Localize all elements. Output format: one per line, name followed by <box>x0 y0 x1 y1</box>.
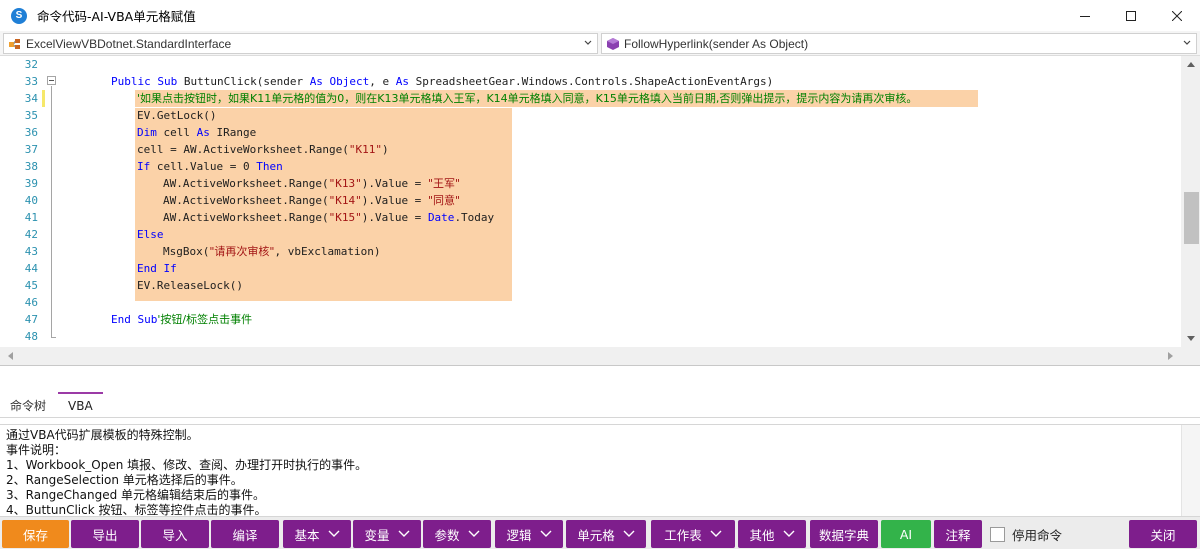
chevron-down-icon <box>584 40 592 45</box>
description-line: 1、Workbook_Open 填报、修改、查阅、办理打开时执行的事件。 <box>6 458 368 472</box>
line-number: 45 <box>24 279 38 292</box>
code-line-39: AW.ActiveWorksheet.Range("K13").Value = … <box>163 177 461 190</box>
other-menu-button[interactable]: 其他 <box>738 520 806 548</box>
chevron-down-icon <box>1183 40 1191 45</box>
line-number: 38 <box>24 160 38 173</box>
app-logo-icon: S <box>11 7 27 24</box>
basic-menu-button[interactable]: 基本 <box>283 520 351 548</box>
code-line-44: End If <box>137 262 177 275</box>
description-line: 3、RangeChanged 单元格编辑结束后的事件。 <box>6 488 266 502</box>
description-line: 通过VBA代码扩展模板的特殊控制。 <box>6 428 199 442</box>
line-number: 40 <box>24 194 38 207</box>
line-number: 37 <box>24 143 38 156</box>
close-icon <box>1172 10 1182 21</box>
ai-button[interactable]: AI <box>881 520 931 548</box>
line-number-gutter: 32 33 34 35 36 37 38 39 40 41 42 43 44 45 46 47 48 <box>0 56 46 347</box>
line-number: 42 <box>24 228 38 241</box>
scroll-thumb[interactable] <box>1184 192 1199 244</box>
class-combo[interactable]: ExcelViewVBDotnet.StandardInterface <box>3 33 598 54</box>
window-title: 命令代码-AI-VBA单元格赋值 <box>37 9 196 24</box>
description-panel: 通过VBA代码扩展模板的特殊控制。 事件说明： 1、Workbook_Open … <box>0 424 1200 516</box>
disable-command-toggle[interactable]: 停用命令 <box>990 525 1062 544</box>
line-number: 33 <box>24 75 38 88</box>
scroll-down-icon[interactable] <box>1183 331 1199 347</box>
class-icon <box>8 37 22 51</box>
line-number: 41 <box>24 211 38 224</box>
chevron-down-icon <box>328 530 339 537</box>
disable-command-label: 停用命令 <box>1012 528 1063 543</box>
collapse-toggle-icon[interactable] <box>47 76 56 85</box>
navigation-bar: ExcelViewVBDotnet.StandardInterface Foll… <box>0 31 1200 56</box>
chevron-down-icon <box>398 530 409 537</box>
line-number: 43 <box>24 245 38 258</box>
code-line-41: AW.ActiveWorksheet.Range("K15").Value = … <box>163 211 495 224</box>
code-line-33: Public Sub ButtunClick(sender As Object,… <box>111 75 774 88</box>
chevron-down-icon <box>623 530 635 537</box>
description-scrollbar[interactable] <box>1181 425 1200 516</box>
cell-menu-button[interactable]: 单元格 <box>566 520 646 548</box>
line-number: 32 <box>24 58 38 71</box>
change-marker <box>42 90 45 107</box>
chevron-down-icon <box>540 530 551 537</box>
data-dictionary-button[interactable]: 数据字典 <box>810 520 878 548</box>
code-line-43: MsgBox("请再次审核", vbExclamation) <box>163 245 381 258</box>
scroll-up-icon[interactable] <box>1183 56 1199 72</box>
import-button[interactable]: 导入 <box>141 520 209 548</box>
variable-menu-button[interactable]: 变量 <box>353 520 421 548</box>
title-bar: S 命令代码-AI-VBA单元格赋值 <box>0 0 1200 31</box>
line-number: 47 <box>24 313 38 326</box>
code-line-34: '如果点击按钮时，如果K11单元格的值为0，则在K13单元格填入王军，K14单元… <box>137 92 918 105</box>
bottom-tab-bar: 命令树 VBA <box>0 392 1200 418</box>
code-line-38: If cell.Value = 0 Then <box>137 160 283 173</box>
method-combo-value: FollowHyperlink(sender As Object) <box>624 36 809 51</box>
line-number: 46 <box>24 296 38 309</box>
line-number: 39 <box>24 177 38 190</box>
description-line: 事件说明： <box>6 443 67 457</box>
bottom-toolbar: 保存 导出 导入 编译 基本 变量 参数 逻辑 单元格 工作表 其他 数据字典 … <box>0 516 1200 549</box>
description-line: 2、RangeSelection 单元格选择后的事件。 <box>6 473 243 487</box>
minimize-button[interactable] <box>1062 0 1108 31</box>
method-combo[interactable]: FollowHyperlink(sender As Object) <box>601 33 1197 54</box>
code-line-35: EV.GetLock() <box>137 109 217 122</box>
disable-command-checkbox[interactable] <box>990 527 1005 542</box>
class-combo-value: ExcelViewVBDotnet.StandardInterface <box>26 36 232 51</box>
scroll-left-icon[interactable] <box>2 348 18 364</box>
logic-menu-button[interactable]: 逻辑 <box>495 520 563 548</box>
minimize-icon <box>1080 15 1090 17</box>
compile-button[interactable]: 编译 <box>211 520 279 548</box>
fold-guide <box>51 86 52 338</box>
code-line-40: AW.ActiveWorksheet.Range("K14").Value = … <box>163 194 461 207</box>
export-button[interactable]: 导出 <box>71 520 139 548</box>
close-button[interactable]: 关闭 <box>1129 520 1197 548</box>
close-window-button[interactable] <box>1154 0 1200 31</box>
line-number: 44 <box>24 262 38 275</box>
code-line-36: Dim cell As IRange <box>137 126 257 139</box>
fold-guide-end <box>51 337 56 338</box>
line-number: 36 <box>24 126 38 139</box>
editor-vertical-scrollbar[interactable] <box>1181 56 1200 347</box>
code-line-42: Else <box>137 228 164 241</box>
chevron-down-icon <box>710 530 722 537</box>
line-number: 35 <box>24 109 38 122</box>
scroll-right-icon[interactable] <box>1163 348 1179 364</box>
chevron-down-icon <box>783 530 794 537</box>
parameter-menu-button[interactable]: 参数 <box>423 520 491 548</box>
maximize-button[interactable] <box>1108 0 1154 31</box>
maximize-icon <box>1126 10 1136 21</box>
comment-button[interactable]: 注释 <box>934 520 982 548</box>
chevron-down-icon <box>468 530 479 537</box>
worksheet-menu-button[interactable]: 工作表 <box>651 520 735 548</box>
tab-vba[interactable]: VBA <box>58 392 103 418</box>
code-line-37: cell = AW.ActiveWorksheet.Range("K11") <box>137 143 389 156</box>
code-line-47: End Sub'按钮/标签点击事件 <box>111 313 253 326</box>
description-line: 4、ButtunClick 按钮、标签等控件点击的事件。 <box>6 503 267 516</box>
line-number: 48 <box>24 330 38 343</box>
method-icon <box>606 37 620 51</box>
code-editor[interactable]: 32 33 34 35 36 37 38 39 40 41 42 43 44 45 46 47 48 Publi… <box>0 56 1200 366</box>
tab-command-tree[interactable]: 命令树 <box>0 392 56 418</box>
editor-horizontal-scrollbar[interactable] <box>0 347 1200 365</box>
save-button[interactable]: 保存 <box>2 520 69 548</box>
line-number: 34 <box>24 92 38 105</box>
code-line-45: EV.ReleaseLock() <box>137 279 243 292</box>
